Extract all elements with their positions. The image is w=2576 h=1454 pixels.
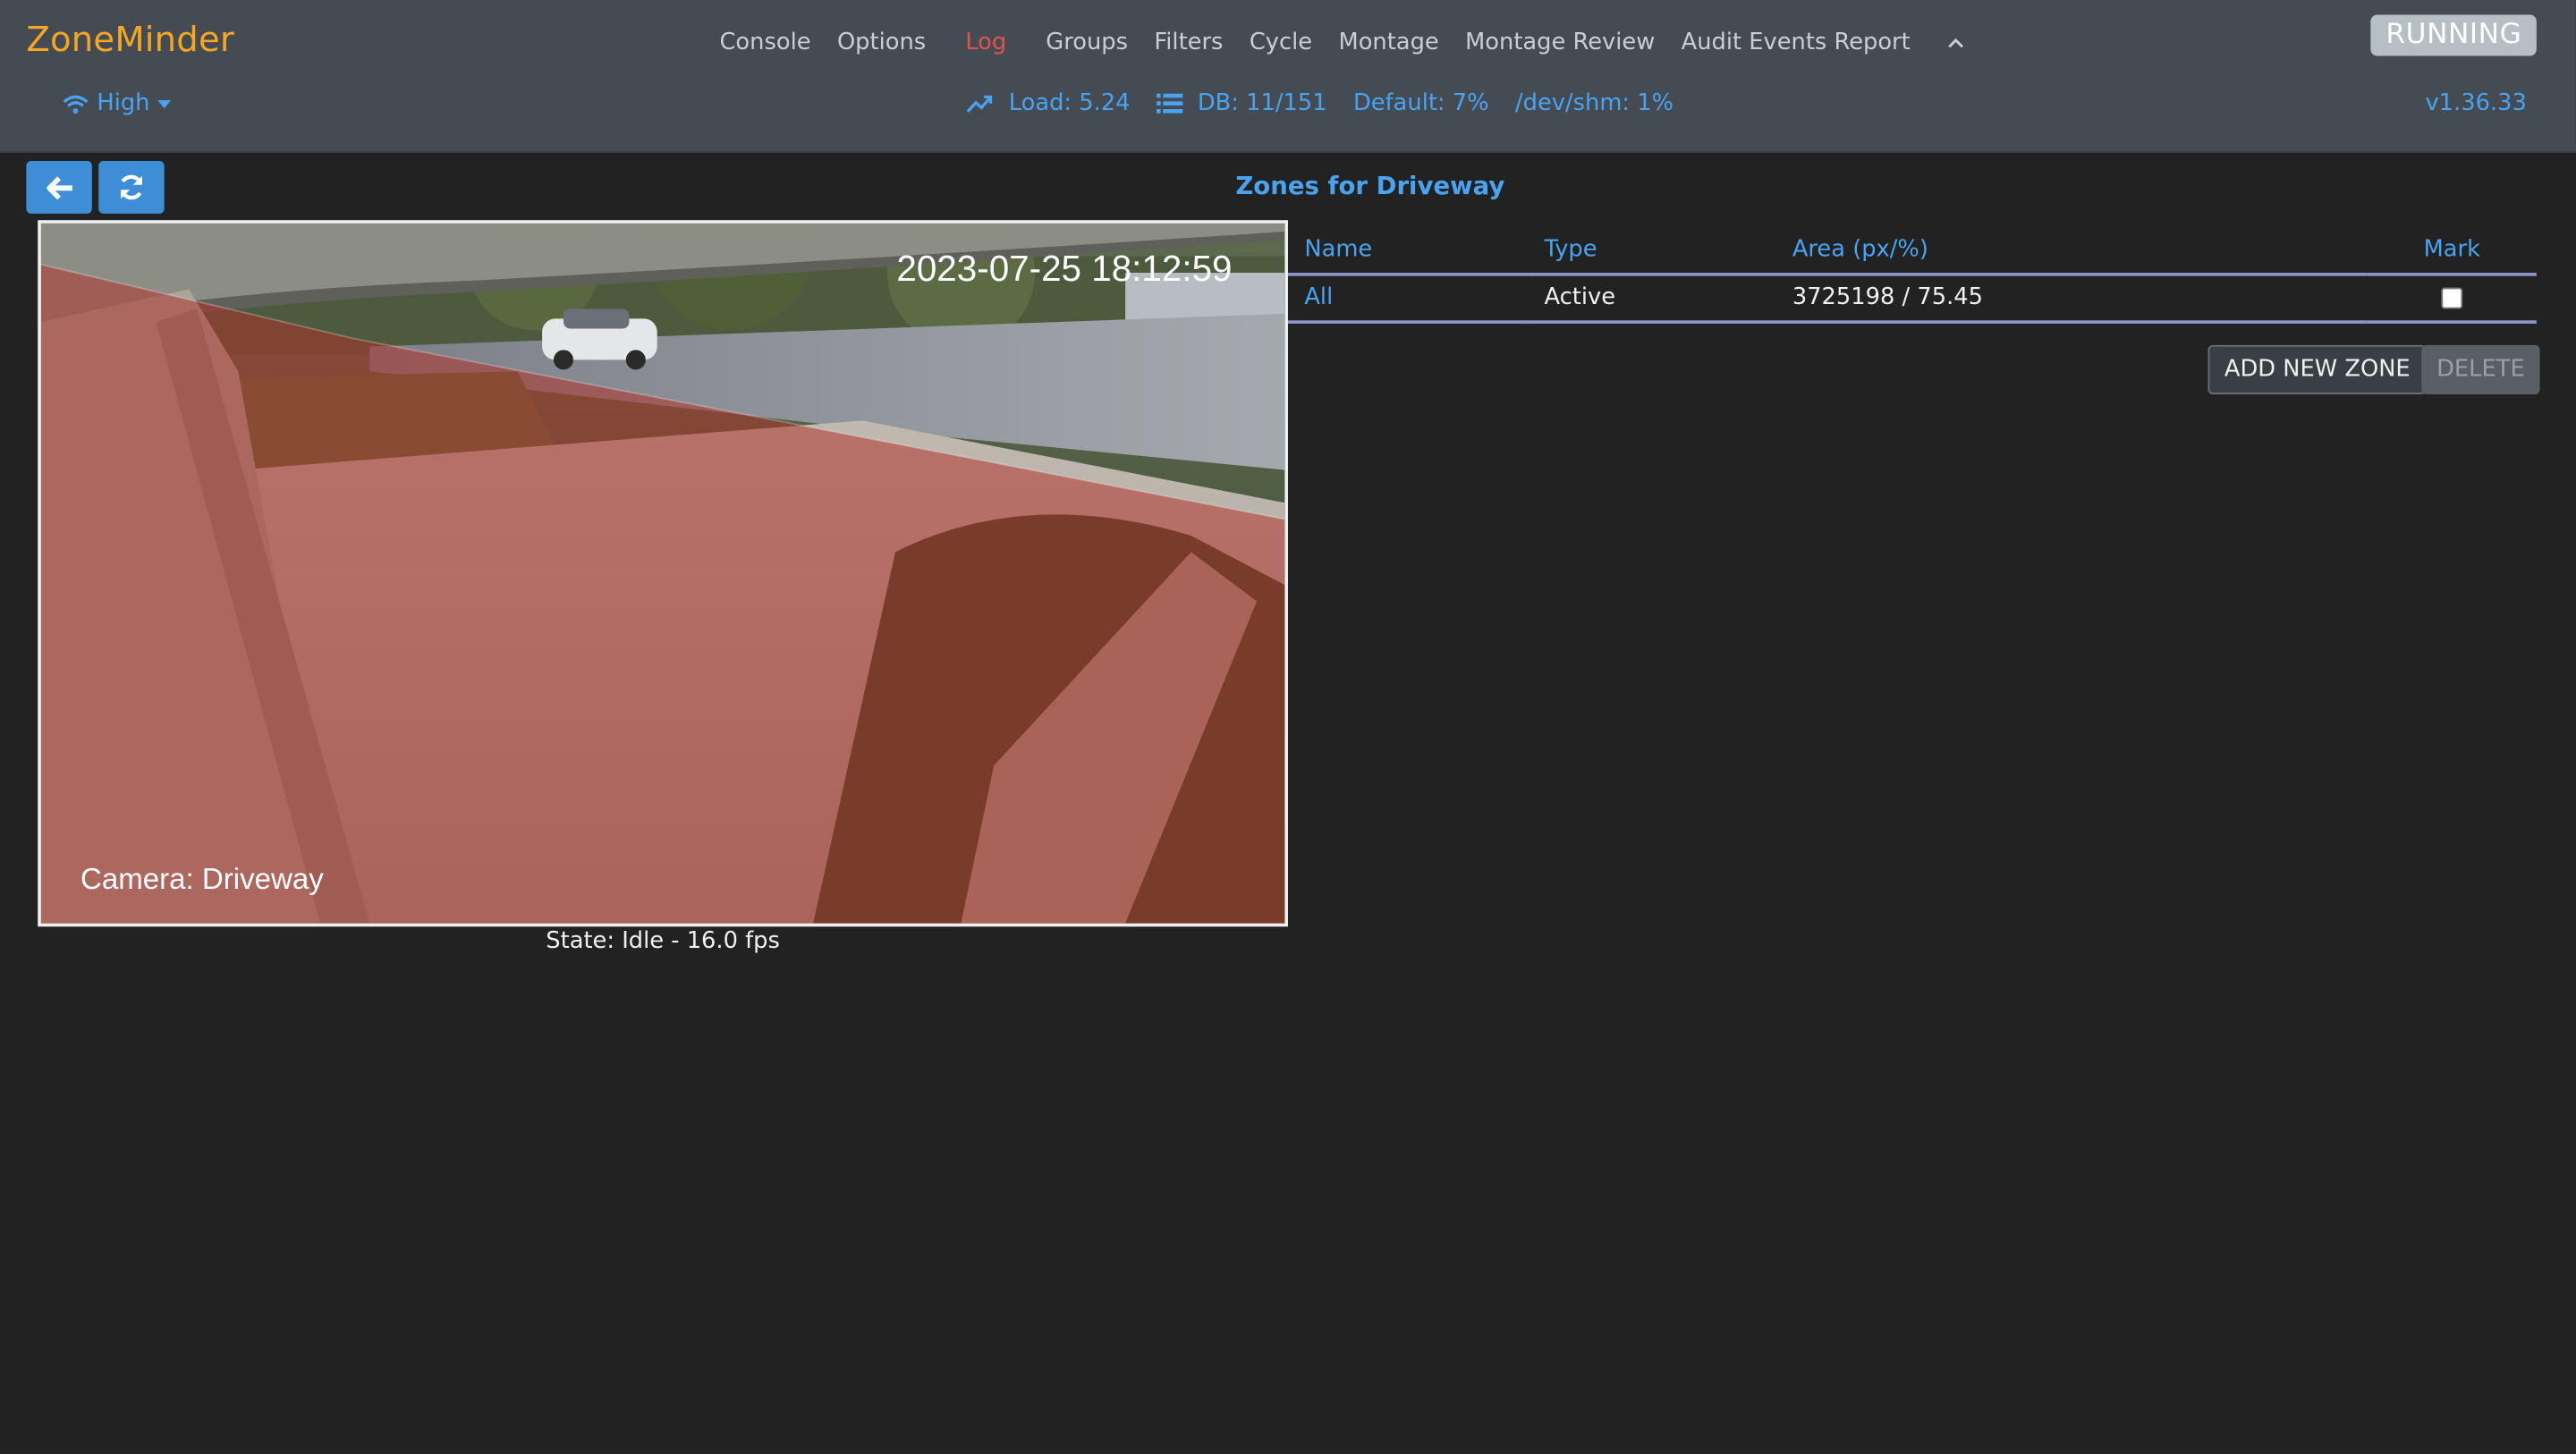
zones-table: Name Type Area (px/%) Mark All Active 37… [1287,230,2537,324]
bandwidth-label: High [97,90,150,117]
monitor-state: State: Idle - 16.0 fps [546,928,780,955]
camera-scene: 2023-07-25 18:12:59 Camera: Driveway [40,223,1285,924]
trending-up-icon [966,95,993,114]
table-header-row: Name Type Area (px/%) Mark [1287,230,2537,276]
monitor-image[interactable]: 2023-07-25 18:12:59 Camera: Driveway [38,220,1288,927]
run-state-badge[interactable]: RUNNING [2370,14,2537,56]
version-label[interactable]: v1.36.33 [2425,90,2526,116]
wifi-icon [63,93,89,114]
db-value: DB: 11/151 [1197,90,1327,117]
storage-default[interactable]: Default: 7% [1353,90,1489,116]
menu-audit-events-report[interactable]: Audit Events Report [1668,30,1923,55]
zone-name-link[interactable]: All [1304,284,1333,310]
chevron-up-icon[interactable] [1923,30,1964,55]
camera-label: Camera: Driveway [80,863,324,896]
column-mark: Mark [2367,230,2537,276]
mark-checkbox[interactable] [2441,286,2463,309]
menu-montage[interactable]: Montage [1326,30,1453,55]
caret-down-icon [157,99,172,108]
app-frame: ZoneMinder Console Options Log Groups Fi… [0,0,2576,1454]
load-value: Load: 5.24 [1008,90,1131,117]
zone-area: 3725198 / 75.45 [1775,274,2368,324]
menu-cycle[interactable]: Cycle [1236,30,1326,55]
menu-console[interactable]: Console [707,30,824,55]
load-status: Load: 5.24 [966,90,1131,116]
bandwidth-dropdown[interactable]: High [63,90,172,116]
system-status: Load: 5.24 DB: 11/151 Default: 7% /dev/s… [966,90,1699,116]
add-new-zone-button[interactable]: ADD NEW ZONE [2207,344,2428,394]
menu-montage-review[interactable]: Montage Review [1452,30,1668,55]
menu-options[interactable]: Options [824,30,939,55]
delete-button: DELETE [2421,344,2540,394]
db-status: DB: 11/151 [1156,90,1327,117]
menu-log[interactable]: Log [939,30,1033,55]
menu-groups[interactable]: Groups [1033,30,1141,55]
main-menu: Console Options Log Groups Filters Cycle… [707,28,1965,57]
column-type: Type [1528,230,1776,276]
column-area: Area (px/%) [1775,230,2368,276]
storage-shm[interactable]: /dev/shm: 1% [1515,90,1674,116]
brand-logo[interactable]: ZoneMinder [26,20,234,59]
table-row: All Active 3725198 / 75.45 [1287,274,2537,324]
zone-type: Active [1528,274,1776,324]
camera-timestamp: 2023-07-25 18:12:59 [896,248,1232,289]
list-icon [1156,93,1183,114]
column-name: Name [1287,230,1529,276]
navbar: ZoneMinder Console Options Log Groups Fi… [0,0,2576,153]
menu-filters[interactable]: Filters [1141,30,1236,55]
page-title: Zones for Driveway [1235,171,1505,201]
